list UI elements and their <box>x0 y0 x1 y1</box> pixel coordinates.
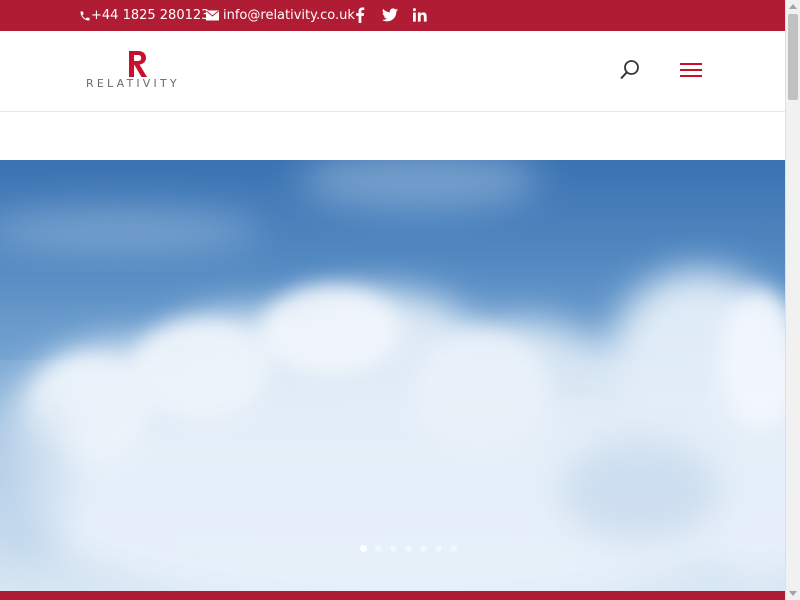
page: +44 1825 280123 info@relativity.co.uk RE… <box>0 0 785 600</box>
hamburger-menu-icon[interactable] <box>680 61 702 79</box>
vertical-scrollbar[interactable] <box>785 0 800 600</box>
slider-dot[interactable] <box>420 545 427 552</box>
logo-r-mark-icon <box>129 51 147 77</box>
slider-dot-active[interactable] <box>360 545 367 552</box>
slider-dot[interactable] <box>390 545 397 552</box>
facebook-link[interactable] <box>355 6 365 24</box>
scrollbar-thumb[interactable] <box>788 14 798 100</box>
scroll-up-arrow-icon[interactable] <box>789 4 797 9</box>
twitter-icon <box>382 8 398 22</box>
slider-dot[interactable] <box>435 545 442 552</box>
logo-text: RELATIVITY <box>86 77 180 90</box>
slider-dot[interactable] <box>375 545 382 552</box>
top-bar: +44 1825 280123 info@relativity.co.uk <box>0 0 785 31</box>
search-icon[interactable] <box>619 59 641 81</box>
slider-dot[interactable] <box>405 545 412 552</box>
twitter-link[interactable] <box>382 6 398 24</box>
section-divider-bar <box>0 591 785 600</box>
site-header: RELATIVITY <box>0 31 785 112</box>
slider-pagination <box>360 545 457 552</box>
envelope-icon <box>206 10 219 21</box>
email-address: info@relativity.co.uk <box>223 8 355 23</box>
linkedin-link[interactable] <box>413 6 427 24</box>
hero-slider <box>0 160 785 591</box>
linkedin-icon <box>413 8 427 22</box>
cloud-sky-image <box>0 160 785 591</box>
phone-icon <box>80 11 90 20</box>
phone-number: +44 1825 280123 <box>91 8 210 23</box>
email-link[interactable]: info@relativity.co.uk <box>206 0 355 31</box>
logo-link[interactable]: RELATIVITY <box>84 51 194 95</box>
facebook-icon <box>356 7 365 23</box>
slider-dot[interactable] <box>450 545 457 552</box>
scroll-down-arrow-icon[interactable] <box>789 591 797 596</box>
phone-link[interactable]: +44 1825 280123 <box>79 0 209 31</box>
